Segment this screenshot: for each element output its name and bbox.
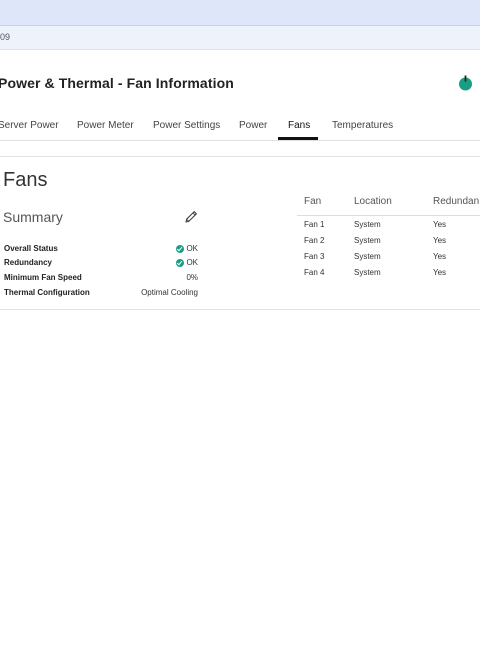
breadcrumb-text: 09: [0, 32, 11, 42]
summary-heading: Summary: [3, 209, 63, 225]
power-status-icon[interactable]: [458, 75, 473, 91]
table-header-divider: [297, 215, 480, 216]
tab-server-power[interactable]: Server Power: [0, 120, 59, 131]
summary-label: Thermal Configuration: [4, 288, 90, 297]
column-header-redundancy[interactable]: Redundan: [433, 196, 479, 207]
table-cell: System: [354, 252, 381, 261]
table-cell: Fan 4: [304, 268, 325, 277]
table-cell: Yes: [433, 236, 447, 245]
check-circle-icon: [176, 244, 185, 253]
tab-power-settings[interactable]: Power Settings: [153, 120, 220, 131]
breadcrumb: 09: [0, 26, 480, 50]
section-heading: Fans: [3, 169, 48, 191]
edit-pencil-icon[interactable]: [183, 209, 199, 225]
summary-row-redundancy: Redundancy OK: [4, 258, 198, 272]
summary-value: OK: [176, 258, 198, 267]
top-bar: [0, 0, 480, 26]
check-circle-icon: [176, 258, 185, 267]
column-header-fan[interactable]: Fan: [304, 196, 321, 207]
summary-value: OK: [176, 244, 198, 253]
active-tab-indicator: [278, 137, 318, 140]
summary-row-thermal-config: Thermal Configuration Optimal Cooling: [4, 288, 198, 302]
summary-value: Optimal Cooling: [141, 288, 198, 297]
summary-label: Overall Status: [4, 244, 58, 253]
summary-label: Minimum Fan Speed: [4, 273, 82, 282]
summary-row-min-fan-speed: Minimum Fan Speed 0%: [4, 273, 198, 287]
table-cell: System: [354, 236, 381, 245]
table-cell: System: [354, 268, 381, 277]
summary-value-text: OK: [186, 244, 198, 253]
summary-row-overall-status: Overall Status OK: [4, 244, 198, 258]
table-cell: Yes: [433, 220, 447, 229]
table-cell: Fan 1: [304, 220, 325, 229]
divider: [0, 309, 480, 310]
summary-value-text: OK: [186, 258, 198, 267]
summary-value: 0%: [186, 273, 198, 282]
table-cell: Yes: [433, 268, 447, 277]
tab-fans[interactable]: Fans: [288, 120, 310, 131]
tab-temperatures[interactable]: Temperatures: [332, 120, 393, 131]
summary-label: Redundancy: [4, 258, 53, 267]
table-cell: Fan 2: [304, 236, 325, 245]
table-cell: Fan 3: [304, 252, 325, 261]
table-cell: System: [354, 220, 381, 229]
tab-power-meter[interactable]: Power Meter: [77, 120, 134, 131]
page-title: Power & Thermal - Fan Information: [0, 75, 234, 91]
divider: [0, 156, 480, 157]
column-header-location[interactable]: Location: [354, 196, 392, 207]
tab-bar: Server Power Power Meter Power Settings …: [0, 112, 480, 141]
table-cell: Yes: [433, 252, 447, 261]
tab-power[interactable]: Power: [239, 120, 267, 131]
